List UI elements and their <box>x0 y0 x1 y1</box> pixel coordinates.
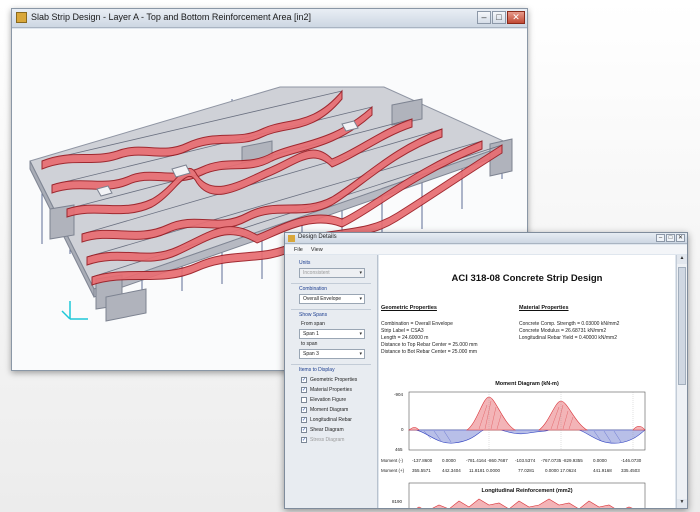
options-panel: Units Inconsistent ▾ Combination Overall… <box>285 255 378 508</box>
main-titlebar[interactable]: Slab Strip Design - Layer A - Top and Bo… <box>12 9 527 28</box>
moment-pos-cell: 0.0000 17.0624 <box>545 468 577 473</box>
item-geometric-properties[interactable]: ✓ Geometric Properties <box>301 376 357 384</box>
dialog-app-icon <box>288 235 295 242</box>
checkbox-checked-icon[interactable]: ✓ <box>301 427 307 433</box>
menu-file[interactable]: File <box>294 247 303 253</box>
dialog-menubar: File View <box>285 245 687 254</box>
maximize-button[interactable]: □ <box>492 11 506 24</box>
menu-view[interactable]: View <box>311 247 323 253</box>
item-longitudinal-rebar[interactable]: ✓ Longitudinal Rebar <box>301 416 352 424</box>
close-button[interactable]: ✕ <box>507 11 525 24</box>
dialog-close-button[interactable]: ✕ <box>676 234 685 242</box>
from-span-select-value: Span 1 <box>303 331 319 337</box>
moment-pos-cell: 355.5571 <box>412 468 431 473</box>
chevron-down-icon: ▾ <box>359 296 362 302</box>
item-label: Longitudinal Rebar <box>310 417 352 423</box>
item-label: Stress Diagram <box>310 437 345 443</box>
moment-pos-cell: 77.0281 <box>518 468 535 473</box>
item-elevation-figure[interactable]: Elevation Figure <box>301 396 346 404</box>
dialog-minimize-button[interactable]: – <box>656 234 665 242</box>
chevron-down-icon: ▾ <box>359 351 362 357</box>
item-label: Geometric Properties <box>310 377 358 383</box>
moment-neg-cell: -767.0735 -829.9355 <box>541 458 583 463</box>
moment-neg-cell: 0.0000 <box>442 458 456 463</box>
dialog-maximize-button[interactable]: □ <box>666 234 675 242</box>
moment-neg-cell: -137.8600 <box>412 458 433 463</box>
moment-tick-bottom: 465 <box>395 447 403 452</box>
moment-pos-label: Moment (+) <box>381 468 405 473</box>
scroll-down-icon[interactable]: ▼ <box>677 499 687 508</box>
item-label: Moment Diagram <box>310 407 349 413</box>
show-spans-group-label: Show Spans <box>299 312 328 318</box>
rebar-diagram-title: Longitudinal Reinforcement (mm2) <box>481 488 573 494</box>
moment-pos-cell: 335.4503 <box>621 468 640 473</box>
scroll-thumb[interactable] <box>678 267 686 385</box>
checkbox-unchecked-icon[interactable] <box>301 397 307 403</box>
desktop: Slab Strip Design - Layer A - Top and Bo… <box>0 0 700 512</box>
item-label: Material Properties <box>310 387 352 393</box>
minimize-button[interactable]: – <box>477 11 491 24</box>
checkbox-checked-icon[interactable]: ✓ <box>301 387 307 393</box>
moment-tick-top: -904 <box>394 392 404 397</box>
moment-tick-zero: 0 <box>401 427 404 432</box>
dialog-titlebar[interactable]: Design Details – □ ✕ <box>285 233 687 244</box>
item-label: Shear Diagram <box>310 427 344 433</box>
units-group-label: Units <box>299 260 311 266</box>
rebar-tick-top: 8190 <box>392 499 403 504</box>
report-scrollbar[interactable]: ▲ ▼ <box>676 255 687 508</box>
item-label: Elevation Figure <box>310 397 347 403</box>
design-details-window: Design Details – □ ✕ File View Units Inc… <box>284 232 688 509</box>
checkbox-checked-icon: ✓ <box>301 437 307 443</box>
units-select: Inconsistent ▾ <box>299 268 365 278</box>
combination-group-label: Combination <box>299 286 328 292</box>
moment-neg-cell: 0.0000 <box>593 458 607 463</box>
combination-select-value: Overall Envelope <box>303 296 342 302</box>
items-group-label: Items to Display <box>299 367 335 373</box>
moment-neg-label: Moment (-) <box>381 458 404 463</box>
chevron-down-icon: ▾ <box>359 270 362 276</box>
item-moment-diagram[interactable]: ✓ Moment Diagram <box>301 406 348 414</box>
from-span-label: From span <box>301 321 325 327</box>
to-span-select[interactable]: Span 3 ▾ <box>299 349 365 359</box>
checkbox-checked-icon[interactable]: ✓ <box>301 417 307 423</box>
chevron-down-icon: ▾ <box>359 331 362 337</box>
app-icon <box>16 12 27 23</box>
item-shear-diagram[interactable]: ✓ Shear Diagram <box>301 426 344 434</box>
checkbox-checked-icon[interactable]: ✓ <box>301 407 307 413</box>
moment-neg-cell: -146.0730 <box>621 458 642 463</box>
moment-neg-cell: -103.5374 <box>515 458 536 463</box>
item-stress-diagram: ✓ Stress Diagram <box>301 436 344 444</box>
to-span-select-value: Span 3 <box>303 351 319 357</box>
checkbox-checked-icon[interactable]: ✓ <box>301 377 307 383</box>
report-view[interactable]: ACI 318-08 Concrete Strip Design Geometr… <box>379 255 675 508</box>
dialog-title: Design Details <box>298 234 337 240</box>
scroll-up-icon[interactable]: ▲ <box>677 255 687 264</box>
combination-select[interactable]: Overall Envelope ▾ <box>299 294 365 304</box>
moment-pos-cell: 442.3404 <box>442 468 461 473</box>
axis-triad <box>61 301 88 320</box>
moment-pos-cell: 11.8181 0.0000 <box>469 468 500 473</box>
main-window-title: Slab Strip Design - Layer A - Top and Bo… <box>31 12 311 22</box>
item-material-properties[interactable]: ✓ Material Properties <box>301 386 352 394</box>
moment-neg-cell: -781.4164 -860.7687 <box>466 458 508 463</box>
to-span-label: to span <box>301 341 318 347</box>
from-span-select[interactable]: Span 1 ▾ <box>299 329 365 339</box>
moment-pos-cell: 441.9168 <box>593 468 612 473</box>
units-select-value: Inconsistent <box>303 270 330 276</box>
